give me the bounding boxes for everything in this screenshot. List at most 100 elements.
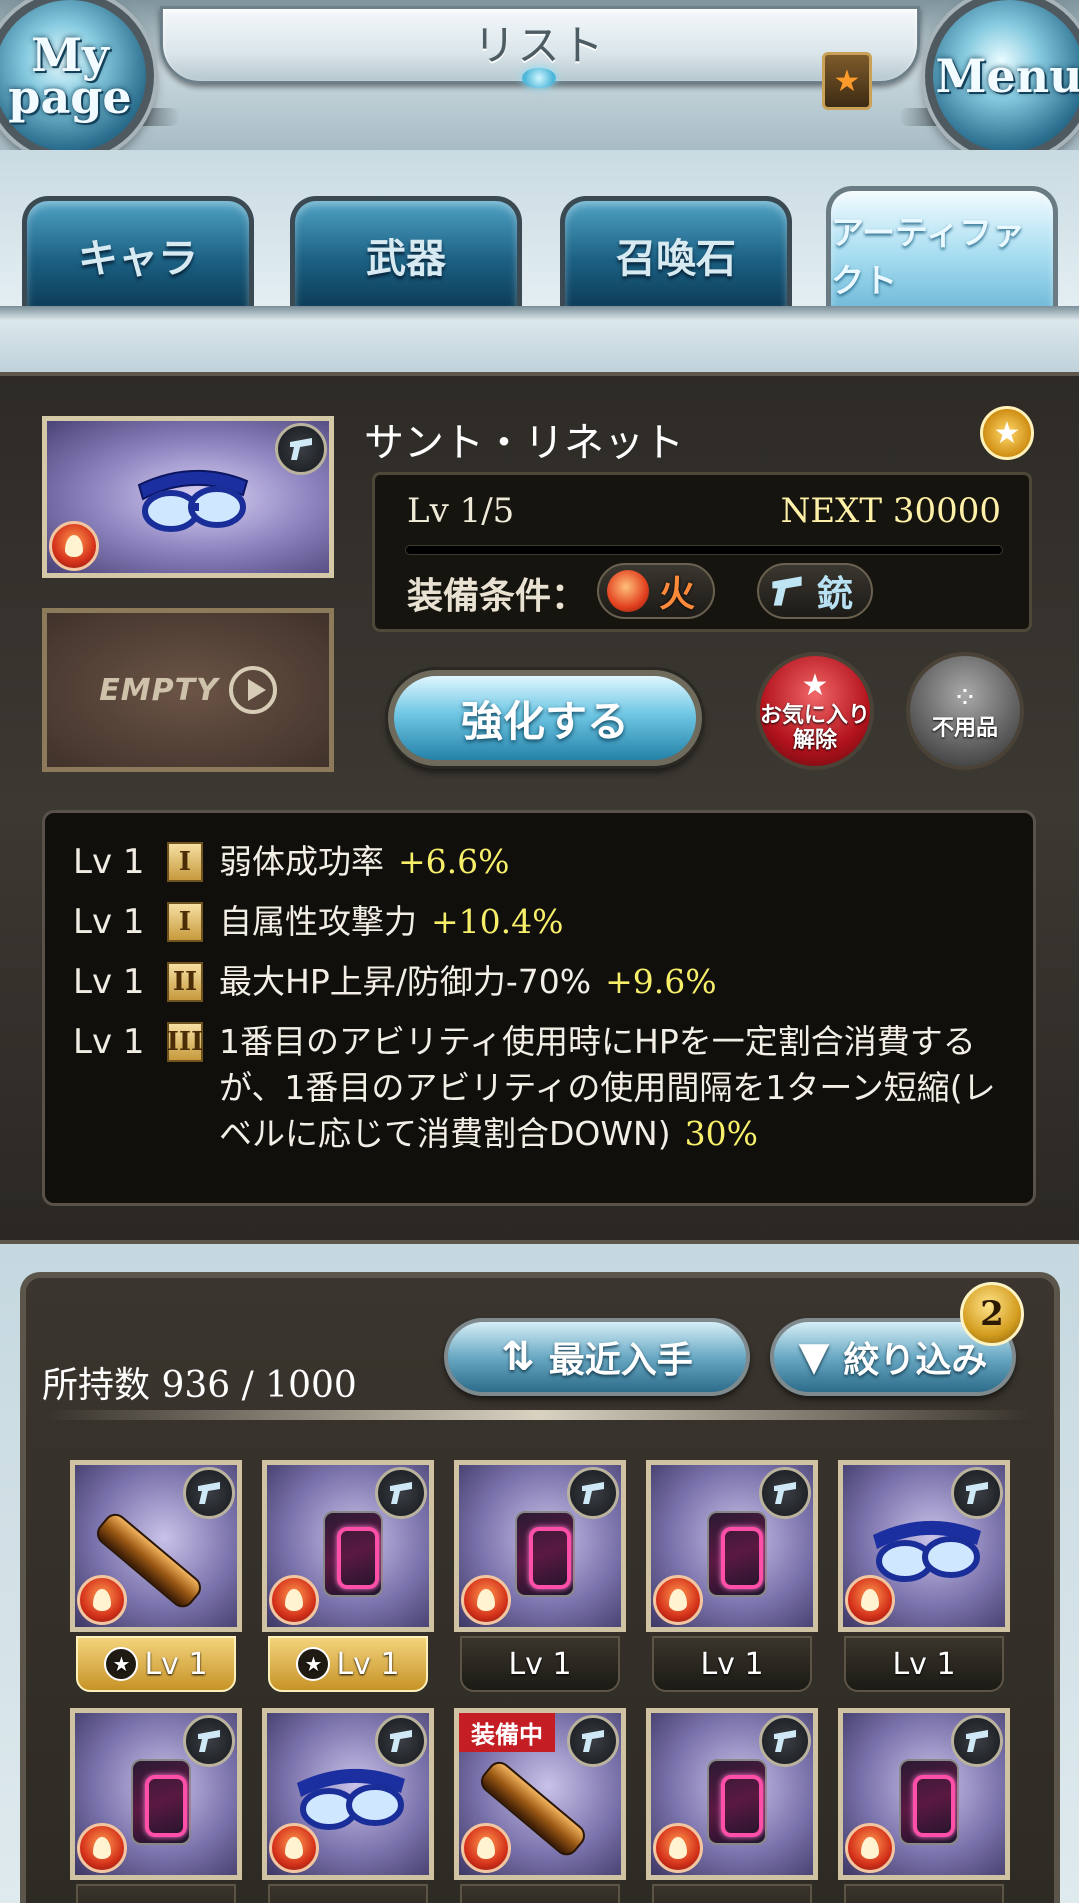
level-bar: Lv 1 <box>652 1636 812 1692</box>
level-bar <box>652 1884 812 1903</box>
card-level: Lv 1 <box>336 1646 400 1682</box>
level-bar <box>460 1884 620 1903</box>
tab-bar: キャラ 武器 召喚石 アーティファクト <box>0 150 1079 372</box>
favorite-star-icon: ★ <box>980 406 1034 460</box>
header: リスト My page Menu ★ <box>0 0 1079 160</box>
fire-element-icon <box>845 1575 895 1625</box>
condition-label: 装備条件： <box>407 576 588 617</box>
artifact-detail-panel: EMPTY サント・リネット ★ Lv 1/5 NEXT 30000 装備条件：… <box>0 372 1079 1244</box>
dog-tag-icon <box>323 1511 383 1597</box>
sort-icon: ⇅ <box>501 1334 535 1380</box>
tab-label: アーティファクト <box>831 212 1026 300</box>
unused-label: 不用品 <box>931 715 998 741</box>
skill-list: Lv 1 I 弱体成功率 +6.6% Lv 1 I 自属性攻撃力 +10.4% Lv… <box>42 810 1036 1206</box>
skill-tier-badge: II <box>167 962 203 1002</box>
menu-button[interactable]: Menu <box>925 0 1079 160</box>
tab-summon[interactable]: 召喚石 <box>560 196 792 308</box>
gun-icon <box>772 576 802 606</box>
gun-icon <box>759 1467 811 1519</box>
dog-tag-icon <box>899 1759 959 1845</box>
dog-tag-icon <box>707 1511 767 1597</box>
skill-value: +6.6% <box>398 842 510 881</box>
artifact-thumbnail <box>454 1460 626 1632</box>
tab-weapon[interactable]: 武器 <box>290 196 522 308</box>
skill-tier-badge: I <box>167 902 203 942</box>
artifact-card[interactable] <box>646 1708 818 1903</box>
enhance-button[interactable]: 強化する <box>388 670 702 766</box>
artifact-thumbnail: 装備中 <box>454 1708 626 1880</box>
dog-tag-icon <box>515 1511 575 1597</box>
skill-tier-badge: III <box>167 1022 203 1062</box>
star-icon: ★ <box>801 668 829 703</box>
artifact-card[interactable]: ★ Lv 1 <box>262 1460 434 1692</box>
skill-value: +9.6% <box>605 962 717 1001</box>
skill-text: 弱体成功率 <box>219 842 384 881</box>
tab-label: 召喚石 <box>616 235 736 282</box>
artifact-thumbnail <box>838 1708 1010 1880</box>
artifact-thumbnail <box>838 1460 1010 1632</box>
level-bar <box>844 1884 1004 1903</box>
gun-icon <box>951 1715 1003 1767</box>
gun-icon <box>183 1715 235 1767</box>
fire-element-icon <box>607 570 649 612</box>
gun-icon <box>759 1715 811 1767</box>
skill-text: 1番目のアビリティ使用時にHPを一定割合消費するが、1番目のアビリティの使用間隔… <box>219 1022 996 1153</box>
level-bar: Lv 1 <box>460 1636 620 1692</box>
unfavorite-button[interactable]: ★ お気に入り 解除 <box>756 652 874 770</box>
artifact-image[interactable] <box>42 416 334 578</box>
skill-text: 自属性攻撃力 <box>219 902 417 941</box>
artifact-card[interactable]: Lv 1 <box>646 1460 818 1692</box>
skill-level: Lv 1 <box>73 902 145 942</box>
condition-weapon: 銃 <box>757 563 874 619</box>
artifact-thumbnail <box>646 1708 818 1880</box>
fire-element-icon <box>77 1575 127 1625</box>
condition-weapon-label: 銃 <box>817 574 854 615</box>
skill-value: +10.4% <box>431 902 564 941</box>
skill-level: Lv 1 <box>73 962 145 1002</box>
fire-element-icon <box>49 521 99 571</box>
mypage-label: My page <box>8 28 132 124</box>
page-title: リスト <box>473 21 606 70</box>
empty-slot-button[interactable]: EMPTY <box>42 608 334 772</box>
tab-label: キャラ <box>78 235 198 282</box>
artifact-card[interactable]: ★ Lv 1 <box>70 1460 242 1692</box>
dog-tag-icon <box>131 1759 191 1845</box>
artifact-card[interactable]: Lv 1 <box>838 1460 1010 1692</box>
artifact-card[interactable] <box>70 1708 242 1903</box>
artifact-thumbnail <box>70 1708 242 1880</box>
fire-element-icon <box>653 1823 703 1873</box>
tab-artifact[interactable]: アーティファクト <box>826 186 1058 316</box>
gem-ornament <box>522 68 556 88</box>
enhance-label: 強化する <box>460 696 629 746</box>
artifact-card[interactable]: 装備中 <box>454 1708 626 1903</box>
play-icon <box>228 666 277 714</box>
fire-element-icon <box>269 1823 319 1873</box>
skill-row: Lv 1 I 自属性攻撃力 +10.4% <box>73 899 1033 945</box>
level-bar <box>268 1884 428 1903</box>
level-bar: Lv 1 <box>844 1636 1004 1692</box>
level-bar: ★ Lv 1 <box>268 1636 428 1692</box>
card-level: Lv 1 <box>892 1646 956 1682</box>
tab-character[interactable]: キャラ <box>22 196 254 308</box>
gun-icon <box>567 1467 619 1519</box>
card-level: Lv 1 <box>508 1646 572 1682</box>
filter-icon: ▼ <box>798 1334 830 1380</box>
skill-description: 最大HP上昇/防御力-70% +9.6% <box>219 959 1019 1005</box>
gun-icon <box>183 1467 235 1519</box>
sort-button[interactable]: ⇅ 最近入手 <box>444 1318 750 1396</box>
unused-button[interactable]: ⁘ 不用品 <box>906 652 1024 770</box>
fire-element-icon <box>269 1575 319 1625</box>
owned-count: 所持数 936 / 1000 <box>42 1365 357 1406</box>
skill-text: 最大HP上昇/防御力-70% <box>219 962 592 1001</box>
gun-icon <box>951 1467 1003 1519</box>
star-icon[interactable]: ★ <box>822 52 872 110</box>
fire-element-icon <box>845 1823 895 1873</box>
favorite-star-icon: ★ <box>296 1647 331 1681</box>
fire-element-icon <box>461 1575 511 1625</box>
artifact-card[interactable] <box>838 1708 1010 1903</box>
mypage-button[interactable]: My page <box>0 0 154 160</box>
artifact-card[interactable] <box>262 1708 434 1903</box>
gun-icon <box>275 423 327 475</box>
artifact-card[interactable]: Lv 1 <box>454 1460 626 1692</box>
equipped-badge: 装備中 <box>459 1713 555 1752</box>
